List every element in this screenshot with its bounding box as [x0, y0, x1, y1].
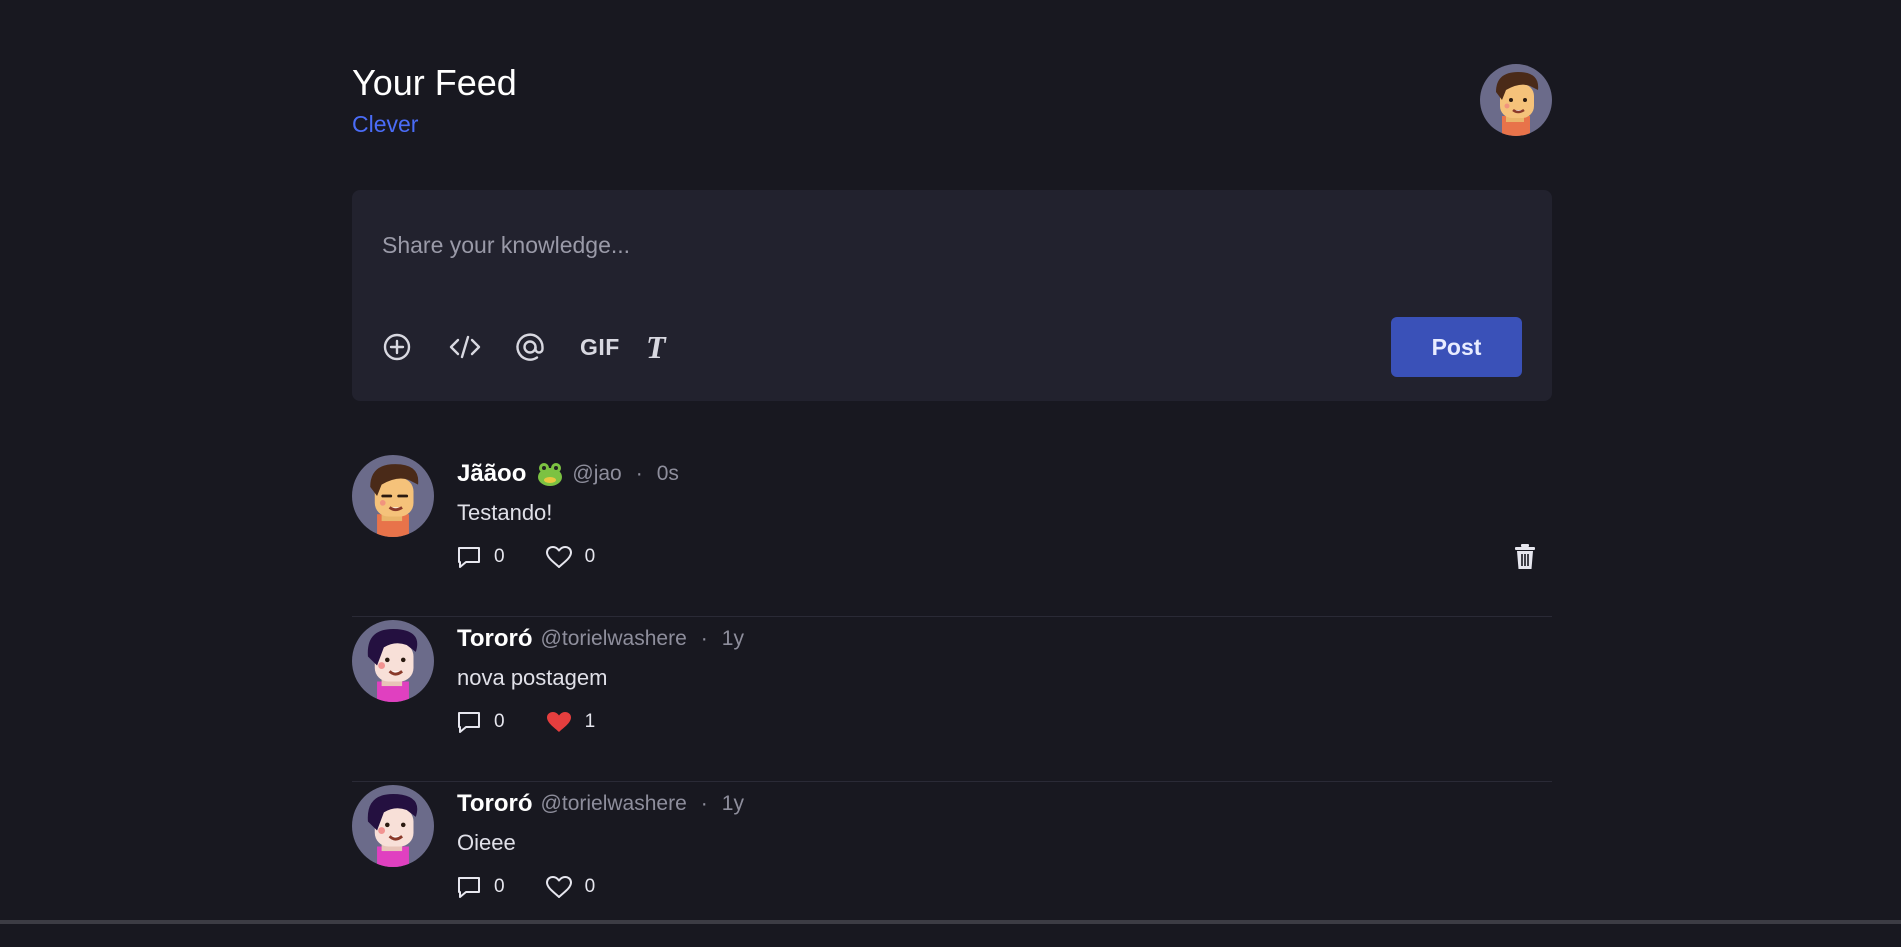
feed-page: Your Feed Clever Share your knowledge...… [352, 0, 1552, 924]
composer-toolbar: GIF T [382, 327, 712, 367]
feed-header: Your Feed Clever [352, 62, 1552, 142]
post-actions: 0 0 [456, 542, 635, 572]
heart-filled-icon [546, 712, 571, 732]
like-count: 0 [584, 546, 596, 567]
post-composer: GIF T Post [352, 190, 1552, 401]
gif-icon[interactable]: GIF [580, 327, 646, 367]
author-handle[interactable]: @torielwashere [541, 792, 687, 816]
post-time: 1y [721, 627, 744, 650]
comment-icon [458, 712, 480, 733]
like-count: 0 [584, 876, 596, 897]
composer-input[interactable] [382, 228, 1482, 262]
author-name[interactable]: Jããoo [457, 460, 526, 488]
comment-button[interactable]: 0 [456, 710, 505, 734]
author-name[interactable]: Tororó [457, 625, 533, 653]
post-header: Tororó @torielwashere · 1y [457, 789, 744, 819]
post-header: Jããoo @jao · 0s [457, 459, 679, 489]
comment-count: 0 [494, 546, 505, 567]
post-header: Tororó @torielwashere · 1y [457, 624, 744, 654]
post-item: Tororó @torielwashere · 1y nova postagem… [352, 617, 1552, 782]
page-title: Your Feed [352, 62, 517, 103]
comment-count: 0 [494, 711, 505, 732]
post-actions: 0 1 [456, 707, 635, 737]
post-list: Jããoo @jao · 0s Testando! 0 0 Tororó @to… [352, 452, 1552, 947]
post-body: nova postagem [457, 665, 608, 690]
post-actions: 0 0 [456, 872, 635, 902]
like-count: 1 [584, 711, 596, 732]
comment-button[interactable]: 0 [456, 875, 505, 899]
comment-icon [458, 547, 480, 568]
like-button[interactable]: 0 [545, 875, 596, 899]
text-format-icon[interactable]: T [646, 327, 712, 367]
author-avatar-icon[interactable] [352, 620, 434, 702]
gif-label: GIF [580, 333, 620, 360]
page-subtitle: Clever [352, 111, 419, 137]
mention-at-icon[interactable] [514, 327, 580, 367]
comment-icon [458, 877, 480, 898]
code-icon[interactable] [448, 327, 514, 367]
frog-icon [536, 461, 564, 487]
heart-icon [545, 546, 572, 568]
post-item: Jããoo @jao · 0s Testando! 0 0 [352, 452, 1552, 617]
comment-button[interactable]: 0 [456, 545, 505, 569]
post-button[interactable]: Post [1391, 317, 1522, 377]
separator-dot: · [635, 462, 643, 485]
post-body: Oieee [457, 830, 516, 855]
user-avatar-icon[interactable] [1480, 64, 1552, 136]
post-body: Testando! [457, 500, 553, 525]
separator-dot: · [700, 792, 708, 815]
trash-icon[interactable] [1512, 542, 1538, 572]
text-format-label: T [646, 328, 666, 365]
post-time: 0s [656, 462, 679, 485]
author-handle[interactable]: @jao [572, 462, 621, 486]
separator-dot: · [700, 627, 708, 650]
add-circle-icon[interactable] [382, 327, 448, 367]
author-handle[interactable]: @torielwashere [541, 627, 687, 651]
window-bottom-edge [0, 920, 1901, 924]
author-name[interactable]: Tororó [457, 790, 533, 818]
author-avatar-icon[interactable] [352, 785, 434, 867]
heart-icon [545, 876, 572, 898]
like-button[interactable]: 0 [545, 545, 596, 569]
post-time: 1y [721, 792, 744, 815]
comment-count: 0 [494, 876, 505, 897]
author-avatar-icon[interactable] [352, 455, 434, 537]
like-button[interactable]: 1 [545, 710, 596, 734]
